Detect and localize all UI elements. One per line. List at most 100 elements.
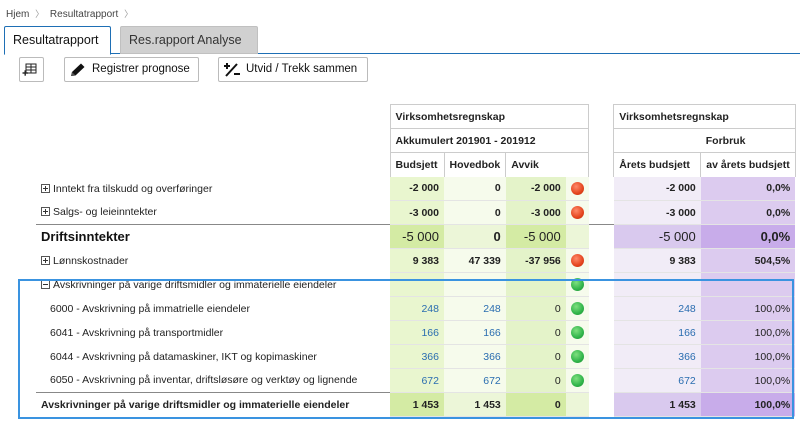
table-row-group[interactable]: Avskrivninger på varige driftsmidler og … [36, 272, 796, 297]
cell-forbruk: 100,0% [700, 392, 796, 417]
cell-budsjett: -3 000 [390, 200, 444, 225]
header-row-3: Budsjett Hovedbok Avvik Årets budsjett a… [36, 152, 796, 177]
breadcrumb-separator: 〉 [35, 9, 45, 19]
cell-budsjett[interactable]: 672 [390, 368, 444, 393]
status-cell [565, 392, 589, 417]
row-label[interactable]: Lønnskostnader [36, 249, 390, 273]
table-row[interactable]: Lønnskostnader 9 383 47 339 -37 956 9 38… [36, 248, 796, 273]
status-cell [565, 344, 589, 369]
status-green-icon [570, 302, 584, 315]
table-row[interactable]: Salgs- og leieinntekter -3 000 0 -3 000 … [36, 200, 796, 225]
group-gap [589, 129, 614, 153]
col-hovedbok-header[interactable]: Hovedbok [443, 152, 506, 177]
status-cell [565, 248, 589, 273]
cell-budsjett[interactable]: 248 [390, 296, 444, 321]
col-budsjett-header[interactable]: Budsjett [389, 152, 444, 177]
row-label: 6044 - Avskrivning på datamaskiner, IKT … [50, 350, 317, 363]
cell-hovedbok[interactable]: 248 [444, 296, 506, 321]
breadcrumb: Hjem 〉 Resultatrapport 〉 [6, 7, 136, 20]
group-gap [589, 345, 614, 369]
status-green-icon [570, 350, 584, 363]
cell-arets-budsjett[interactable]: 166 [613, 320, 701, 345]
status-cell [565, 200, 589, 225]
cell-budsjett [390, 272, 444, 297]
cell-budsjett: 1 453 [390, 392, 444, 417]
cell-arets-budsjett[interactable]: 672 [613, 368, 701, 393]
table-row-account[interactable]: 6000 - Avskrivning på immatrielle eiende… [36, 296, 796, 321]
expand-icon[interactable] [41, 183, 50, 193]
status-cell [565, 224, 589, 249]
register-forecast-label: Registrer prognose [92, 63, 190, 75]
group2-sub: Forbruk [700, 128, 796, 153]
group-gap [589, 177, 614, 201]
cell-avvik [505, 272, 566, 297]
status-cell [565, 176, 589, 201]
cell-hovedbok[interactable]: 166 [444, 320, 506, 345]
row-label[interactable]: Salgs- og leieinntekter [36, 201, 390, 225]
tab-resrapport-analyse[interactable]: Res.rapport Analyse [120, 26, 258, 54]
breadcrumb-current[interactable]: Resultatrapport [50, 9, 118, 20]
cell-hovedbok[interactable]: 672 [444, 368, 506, 393]
header-spacer [36, 129, 390, 153]
cell-forbruk [700, 272, 796, 297]
cell-arets-budsjett: 1 453 [613, 392, 701, 417]
status-green-icon [570, 374, 584, 387]
col-forbruk-header[interactable]: av årets budsjett [700, 152, 796, 177]
cell-forbruk: 0,0% [700, 176, 796, 201]
status-cell [565, 272, 589, 297]
cell-avvik: 0 [505, 320, 566, 345]
cell-arets-budsjett[interactable]: 248 [613, 296, 701, 321]
cell-forbruk: 0,0% [700, 224, 796, 249]
table-row-account[interactable]: 6050 - Avskrivning på inventar, driftslø… [36, 368, 796, 393]
row-label: Avskrivninger på varige driftsmidler og … [36, 392, 390, 417]
cell-budsjett[interactable]: 166 [390, 320, 444, 345]
tab-resultatrapport[interactable]: Resultatrapport [4, 26, 111, 55]
expand-collapse-button[interactable]: Utvid / Trekk sammen [218, 57, 368, 82]
row-label: Driftsinntekter [36, 224, 390, 249]
cell-arets-budsjett [613, 272, 701, 297]
cell-hovedbok: 47 339 [444, 248, 506, 273]
register-forecast-button[interactable]: Registrer prognose [64, 57, 199, 82]
header-spacer [36, 105, 390, 129]
cell-forbruk: 0,0% [700, 200, 796, 225]
cell-budsjett[interactable]: 366 [390, 344, 444, 369]
table-row-total[interactable]: Driftsinntekter -5 000 0 -5 000 -5 000 0… [36, 224, 796, 249]
cell-budsjett: -5 000 [390, 224, 444, 249]
cell-forbruk: 100,0% [700, 344, 796, 369]
status-red-icon [570, 181, 584, 195]
status-cell [565, 320, 589, 345]
cell-hovedbok[interactable]: 366 [444, 344, 506, 369]
group-gap [589, 249, 614, 273]
collapse-icon[interactable] [41, 279, 50, 289]
cell-hovedbok: 1 453 [444, 392, 506, 417]
row-label[interactable]: Inntekt fra tilskudd og overføringer [36, 177, 390, 201]
expand-icon[interactable] [41, 255, 50, 265]
col-arets-budsjett-header[interactable]: Årets budsjett [613, 152, 701, 177]
cell-forbruk: 100,0% [700, 368, 796, 393]
status-cell [565, 368, 589, 393]
cell-hovedbok: 0 [444, 176, 506, 201]
group-gap [589, 321, 614, 345]
group-gap [589, 273, 614, 297]
table-row-account[interactable]: 6041 - Avskrivning på transportmidler 16… [36, 320, 796, 345]
breadcrumb-home[interactable]: Hjem [6, 9, 29, 20]
add-row-button[interactable] [19, 57, 44, 82]
cell-forbruk: 100,0% [700, 296, 796, 321]
expand-icon[interactable] [41, 207, 50, 217]
expand-collapse-label: Utvid / Trekk sammen [246, 63, 358, 75]
row-label[interactable]: Avskrivninger på varige driftsmidler og … [36, 273, 390, 297]
cell-budsjett: -2 000 [390, 176, 444, 201]
group-gap [589, 201, 614, 225]
table-row-subtotal[interactable]: Avskrivninger på varige driftsmidler og … [36, 392, 796, 417]
table-row[interactable]: Inntekt fra tilskudd og overføringer -2 … [36, 176, 796, 201]
cell-avvik: -37 956 [505, 248, 566, 273]
status-green-icon [570, 326, 584, 339]
group1-title: Virksomhetsregnskap [389, 104, 590, 129]
cell-arets-budsjett[interactable]: 366 [613, 344, 701, 369]
cell-avvik: -5 000 [505, 224, 566, 249]
cell-arets-budsjett: -2 000 [613, 176, 701, 201]
col-avvik-header[interactable]: Avvik [505, 152, 590, 177]
cell-avvik: 0 [505, 368, 566, 393]
tab-bar: Resultatrapport Res.rapport Analyse [4, 24, 800, 55]
table-row-account[interactable]: 6044 - Avskrivning på datamaskiner, IKT … [36, 344, 796, 369]
